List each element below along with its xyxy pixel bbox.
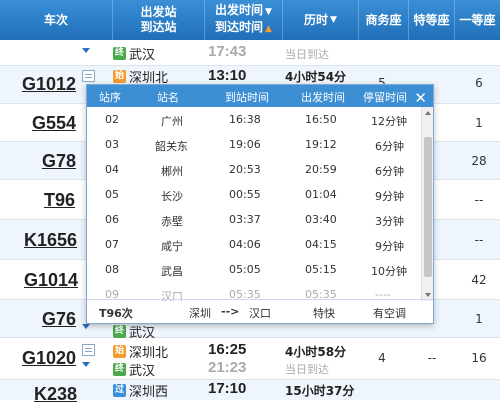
station-icon: 过 bbox=[113, 384, 126, 397]
train-number-link[interactable]: G1012 bbox=[22, 74, 76, 95]
scroll-up-icon[interactable] bbox=[425, 111, 431, 115]
stop-row: 08 武昌 05:05 05:15 10分钟 bbox=[105, 263, 407, 278]
stop-row: 05 长沙 00:55 01:04 9分钟 bbox=[105, 188, 404, 203]
stop-row: 06 赤壁 03:37 03:40 3分钟 bbox=[105, 213, 404, 228]
col-special-header: 特等座 bbox=[409, 0, 455, 40]
expand-caret-icon[interactable] bbox=[82, 48, 90, 53]
arrival-station-icon: 终 bbox=[113, 47, 126, 60]
popup-scrollbar[interactable] bbox=[421, 107, 433, 301]
scroll-down-icon[interactable] bbox=[425, 293, 431, 297]
col-train-header[interactable]: 车次 bbox=[0, 0, 113, 40]
table-row: G1020 始深圳北 终武汉 16:25 21:23 4小时58分 当日到达 4… bbox=[0, 338, 500, 380]
train-number-link[interactable]: T96 bbox=[44, 190, 75, 211]
departure-station-icon: 始 bbox=[113, 70, 126, 83]
col-business-header: 商务座 bbox=[359, 0, 409, 40]
train-number-link[interactable]: G76 bbox=[42, 309, 76, 330]
departure-station-icon: 始 bbox=[113, 345, 126, 358]
scrollbar-thumb[interactable] bbox=[424, 137, 432, 277]
arrival-station-icon: 终 bbox=[113, 363, 126, 376]
expand-caret-icon[interactable] bbox=[82, 362, 90, 367]
stop-row: 07 咸宁 04:06 04:15 9分钟 bbox=[105, 238, 404, 253]
train-number-link[interactable]: G78 bbox=[42, 151, 76, 172]
col-station-header[interactable]: 出发站 到达站 bbox=[113, 0, 205, 40]
train-number-link[interactable]: G1014 bbox=[24, 270, 78, 291]
col-duration-header[interactable]: 历时 ▼ bbox=[283, 0, 359, 40]
expand-caret-icon[interactable] bbox=[82, 324, 90, 329]
train-number-link[interactable]: K1656 bbox=[24, 230, 77, 251]
table-row: K238 过深圳西 17:10 15小时37分 bbox=[0, 380, 500, 404]
popup-footer: T96次 深圳 --> 汉口 特快 有空调 bbox=[87, 299, 433, 323]
train-number-link[interactable]: K238 bbox=[34, 384, 77, 405]
train-info-icon[interactable] bbox=[82, 344, 95, 356]
stop-row: 04 郴州 20:53 20:59 6分钟 bbox=[105, 163, 404, 178]
sort-up-icon: ▲ bbox=[265, 24, 272, 34]
table-row: 终武汉 17:43 当日到达 bbox=[0, 40, 500, 66]
stops-list: 02 广州 16:38 16:50 12分钟 03 韶关东 19:06 19:1… bbox=[87, 107, 433, 301]
col-time-header[interactable]: 出发时间 ▼ 到达时间 ▲ bbox=[205, 0, 283, 40]
train-stops-popup: 站序 站名 到站时间 出发时间 停留时间 ✕ 02 广州 16:38 16:50… bbox=[86, 84, 434, 324]
table-header: 车次 出发站 到达站 出发时间 ▼ 到达时间 ▲ 历时 ▼ 商务座 特等座 一等座 bbox=[0, 0, 500, 40]
train-info-icon[interactable] bbox=[82, 70, 95, 82]
close-icon[interactable]: ✕ bbox=[414, 89, 427, 107]
train-number-link[interactable]: G554 bbox=[32, 113, 76, 134]
arrival-station-icon: 终 bbox=[113, 325, 126, 338]
stop-row: 02 广州 16:38 16:50 12分钟 bbox=[105, 113, 407, 128]
sort-down-icon: ▼ bbox=[265, 7, 272, 17]
col-first-header: 一等座 bbox=[459, 12, 496, 27]
popup-header: 站序 站名 到站时间 出发时间 停留时间 ✕ bbox=[87, 85, 433, 107]
stop-row: 03 韶关东 19:06 19:12 6分钟 bbox=[105, 138, 404, 153]
sort-down-icon: ▼ bbox=[330, 14, 337, 25]
train-number-link[interactable]: G1020 bbox=[22, 348, 76, 369]
